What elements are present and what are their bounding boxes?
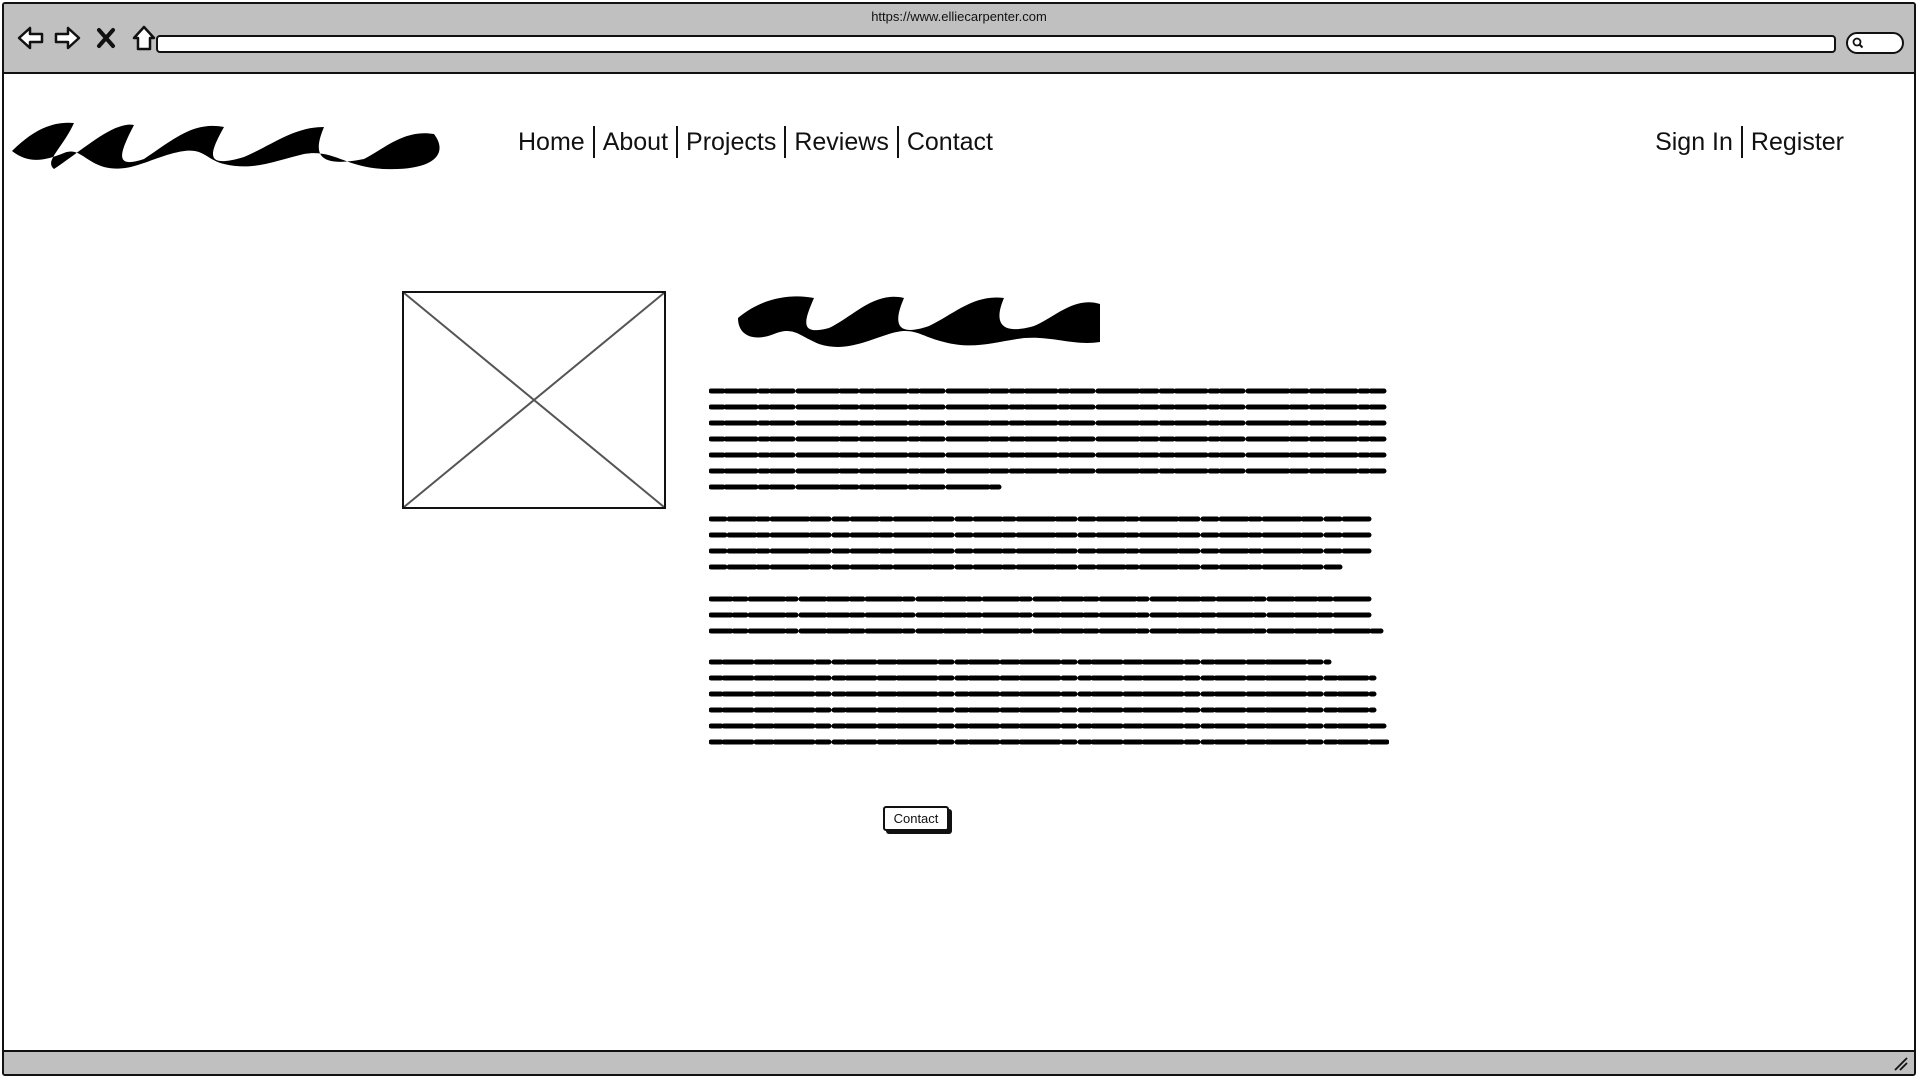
- page-heading-scribble: [738, 296, 1100, 347]
- browser-toolbar: https://www.elliecarpenter.com: [4, 4, 1914, 74]
- nav-projects[interactable]: Projects: [678, 128, 784, 157]
- site-logo: [12, 122, 440, 170]
- nav-reviews[interactable]: Reviews: [786, 128, 896, 157]
- search-box[interactable]: [1846, 32, 1904, 54]
- browser-window: https://www.elliecarpenter.com Home Abou…: [2, 2, 1916, 1076]
- contact-button[interactable]: Contact: [883, 806, 949, 831]
- resize-grip-icon[interactable]: [1892, 1055, 1908, 1071]
- address-bar[interactable]: [156, 35, 1836, 53]
- register-link[interactable]: Register: [1743, 128, 1852, 157]
- home-icon[interactable]: [130, 24, 158, 52]
- sign-in-link[interactable]: Sign In: [1647, 128, 1741, 157]
- paragraph-3: [708, 594, 1389, 644]
- paragraph-2: [708, 514, 1389, 579]
- forward-arrow-icon[interactable]: [54, 24, 82, 52]
- nav-about[interactable]: About: [595, 128, 676, 157]
- page-url: https://www.elliecarpenter.com: [871, 9, 1047, 24]
- back-arrow-icon[interactable]: [16, 24, 44, 52]
- close-x-icon[interactable]: [92, 24, 120, 52]
- image-placeholder: [402, 291, 666, 509]
- nav-contact[interactable]: Contact: [899, 128, 1001, 157]
- main-nav: Home About Projects Reviews Contact: [510, 126, 1001, 158]
- status-bar: [4, 1050, 1914, 1074]
- auth-links: Sign In Register: [1647, 126, 1852, 158]
- search-icon: [1852, 37, 1864, 49]
- paragraph-4: [708, 657, 1392, 754]
- paragraph-1: [708, 386, 1389, 501]
- nav-home[interactable]: Home: [510, 128, 593, 157]
